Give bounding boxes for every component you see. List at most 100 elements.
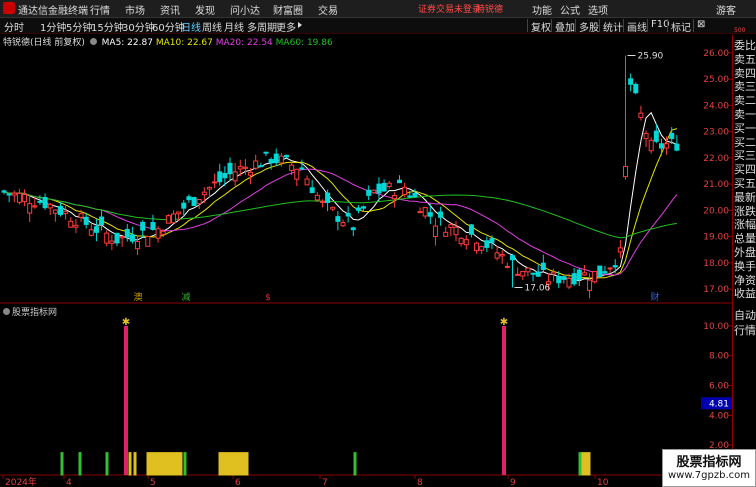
date-label: 8	[417, 478, 423, 487]
tab-fenshi[interactable]: 分时	[4, 19, 24, 34]
stock-tab[interactable]: 特锐德	[476, 2, 503, 15]
candle-body	[602, 271, 608, 274]
candle-body	[181, 202, 187, 209]
signal-bar	[164, 452, 168, 476]
candle-body	[253, 160, 259, 169]
candle-body	[63, 210, 69, 214]
menu-zixun[interactable]: 资讯	[160, 2, 180, 17]
tab-15min[interactable]: 15分钟	[91, 19, 124, 34]
tab-60min[interactable]: 60分钟	[152, 19, 185, 34]
candle-body	[515, 273, 521, 276]
menu-caifuquan[interactable]: 财富圈	[273, 2, 303, 17]
candle-body	[407, 195, 413, 198]
price-label: 21.00	[703, 180, 729, 190]
signal-bar	[242, 452, 246, 476]
rp2-hangqing[interactable]: 行情	[734, 322, 756, 338]
candle-body	[658, 143, 664, 149]
tab-monthly[interactable]: 月线	[224, 19, 244, 34]
signal-bar	[173, 452, 177, 476]
candle-body	[535, 271, 541, 277]
btn-tongji[interactable]: 统计	[599, 19, 626, 34]
candle-body	[443, 231, 449, 237]
candle-body	[371, 189, 377, 194]
candle-body	[335, 216, 341, 222]
candle-body	[592, 270, 598, 283]
stock-chart[interactable]: 26.00 25.00 24.00 23.00 22.00 21.00 20.00 19.00…	[0, 35, 733, 487]
date-label: 9	[510, 478, 516, 487]
signal-bar	[60, 452, 64, 476]
candle-body	[458, 237, 464, 245]
candle-body	[479, 246, 485, 251]
candle-body	[540, 262, 546, 270]
signal-star-icon: ✱	[500, 317, 508, 328]
login-warning[interactable]: 证券交易未登录	[418, 2, 481, 15]
candle-body	[294, 168, 300, 180]
btn-diejia[interactable]: 叠加	[551, 19, 578, 34]
candle-body	[237, 166, 243, 170]
menu-gongshi[interactable]: 公式	[560, 2, 580, 17]
watermark-title: 股票指标网	[676, 455, 742, 470]
signal-bar	[170, 452, 174, 476]
btn-huaxian[interactable]: 画线	[623, 19, 650, 34]
date-label: 10	[597, 478, 609, 487]
title-bar: 通达信金融终端 行情 市场 资讯 发现 问小达 财富圈 交易 证券交易未登录 特…	[0, 0, 756, 18]
candle-body	[474, 242, 480, 252]
tab-30min[interactable]: 30分钟	[122, 19, 155, 34]
candle-body	[78, 213, 84, 218]
candle-body	[16, 192, 22, 203]
candle-body	[83, 216, 89, 225]
menu-jiaoyi[interactable]: 交易	[318, 2, 338, 17]
candle-body	[222, 172, 228, 179]
more-arrow-icon	[298, 22, 302, 28]
candle-body	[510, 255, 515, 261]
tab-weekly[interactable]: 周线	[202, 19, 222, 34]
candle-body	[160, 230, 166, 235]
date-label: 7	[322, 478, 328, 487]
rp2-auto[interactable]: 自动	[734, 307, 756, 323]
signal-bar	[167, 452, 171, 476]
menu-gongneng[interactable]: 功能	[532, 2, 552, 17]
signal-bar	[155, 452, 159, 476]
low-label: 17.06	[525, 283, 551, 293]
btn-fuquan[interactable]: 复权	[527, 19, 554, 34]
candle-body	[669, 132, 675, 140]
candle-body	[448, 224, 454, 228]
candle-body	[571, 273, 577, 285]
menu-xuanxiang[interactable]: 选项	[588, 2, 608, 17]
signal-bar	[578, 452, 582, 476]
candle-body	[186, 196, 192, 201]
candle-body	[150, 221, 156, 230]
candle-body	[325, 192, 331, 203]
quote-side-panel: 500 委比 卖五 卖四 卖三 卖二 卖一 买一 买二 买三 买四 买五 最新 涨跌 涨幅 总量 外盘 换手 净资…	[733, 27, 756, 305]
candle-body	[427, 212, 433, 217]
menu-guest[interactable]: 游客	[716, 2, 736, 17]
candle-body	[376, 183, 382, 194]
candle-body	[489, 238, 495, 243]
candle-body	[155, 228, 161, 239]
btn-close-icon[interactable]: ⊠	[693, 19, 708, 32]
btn-duogu[interactable]: 多股	[575, 19, 602, 34]
candle-body	[212, 181, 218, 184]
signal-bar	[146, 452, 150, 476]
menu-wenxiaoda[interactable]: 问小达	[230, 2, 260, 17]
settings-dot-icon[interactable]	[89, 38, 97, 45]
tab-1min[interactable]: 1分钟	[40, 19, 66, 34]
tab-multi-period[interactable]: 多周期	[247, 19, 277, 34]
tab-5min[interactable]: 5分钟	[66, 19, 92, 34]
tab-daily[interactable]: 日线	[181, 19, 201, 34]
candle-body	[664, 143, 670, 149]
price-label: 19.00	[703, 233, 729, 243]
high-label: 25.90	[638, 51, 664, 61]
indicator-settings-icon[interactable]	[3, 308, 10, 315]
btn-biaoji[interactable]: 标记	[667, 19, 694, 34]
price-label: 22.00	[703, 154, 729, 164]
menu-faxian[interactable]: 发现	[195, 2, 215, 17]
tab-more[interactable]: 更多	[276, 19, 296, 34]
candle-body	[530, 272, 536, 275]
candle-body	[648, 139, 654, 152]
menu-hangqing[interactable]: 行情	[90, 2, 110, 17]
candle-body	[145, 236, 151, 247]
candle-body	[391, 195, 397, 200]
menu-shichang[interactable]: 市场	[125, 2, 145, 17]
candle-body	[258, 165, 264, 168]
